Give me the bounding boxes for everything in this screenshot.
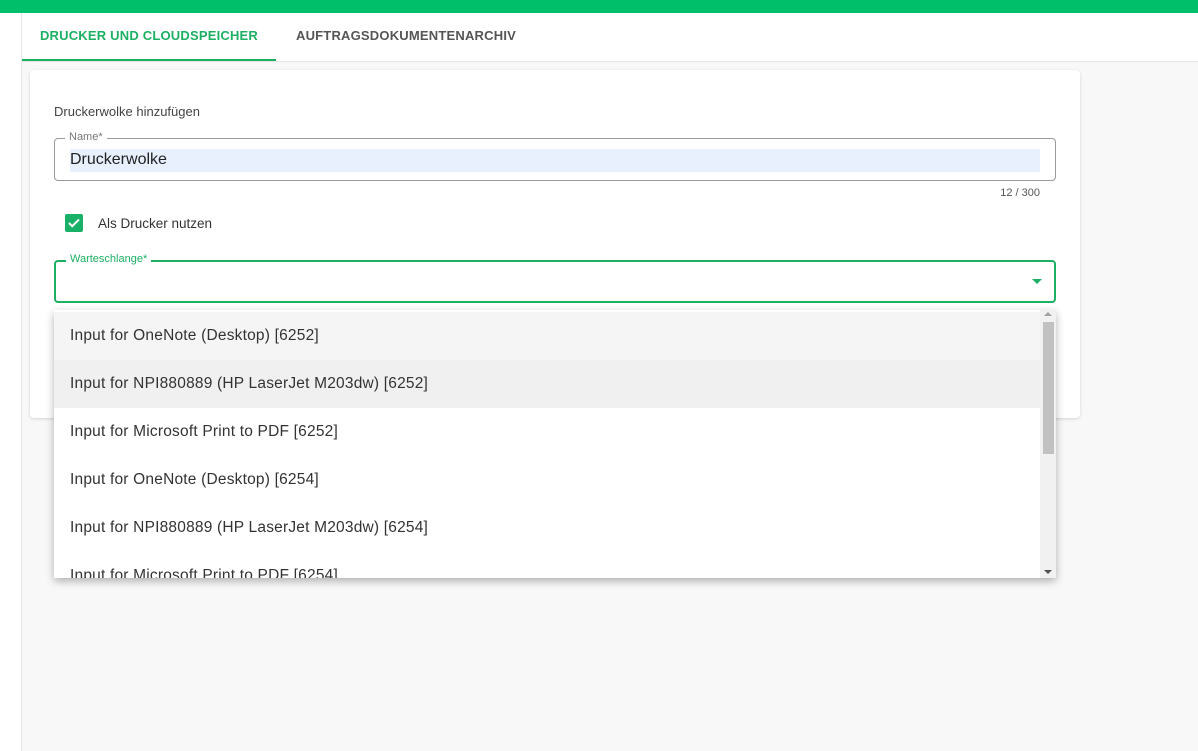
dropdown-option[interactable]: Input for Microsoft Print to PDF [6252] [54,408,1040,456]
check-icon [68,218,80,228]
queue-label: Warteschlange* [66,253,152,265]
name-label: Name* [65,131,107,143]
scrollbar-thumb[interactable] [1043,322,1054,454]
dropdown-scrollbar[interactable] [1040,310,1056,578]
top-bar [0,0,1198,13]
section-title: Druckerwolke hinzufügen [54,104,200,119]
sidebar [0,13,22,751]
name-char-counter: 12 / 300 [1000,187,1040,199]
tab-auftragsdokumentenarchiv[interactable]: AUFTRAGSDOKUMENTENARCHIV [276,13,536,61]
scroll-down-icon[interactable] [1044,570,1052,574]
dropdown-option[interactable]: Input for Microsoft Print to PDF [6254] [54,552,1040,578]
use-as-printer-checkbox[interactable] [65,214,83,232]
dropdown-option[interactable]: Input for OneNote (Desktop) [6254] [54,456,1040,504]
use-as-printer-label: Als Drucker nutzen [98,216,213,231]
dropdown-option[interactable]: Input for NPI880889 (HP LaserJet M203dw)… [54,504,1040,552]
scroll-up-icon[interactable] [1044,312,1052,316]
name-input[interactable]: Druckerwolke [70,149,1040,172]
name-field[interactable]: Name* Druckerwolke [54,131,1056,181]
queue-select[interactable]: Warteschlange* [54,253,1056,303]
dropdown-arrow-icon[interactable] [1032,279,1042,284]
tab-bar: DRUCKER UND CLOUDSPEICHER AUFTRAGSDOKUME… [22,13,1198,62]
dropdown-option[interactable]: Input for OneNote (Desktop) [6252] [54,312,1040,360]
queue-dropdown-panel: Input for OneNote (Desktop) [6252] Input… [54,310,1056,578]
dropdown-option[interactable]: Input for NPI880889 (HP LaserJet M203dw)… [54,360,1040,408]
tab-drucker-und-cloudspeicher[interactable]: DRUCKER UND CLOUDSPEICHER [22,13,276,61]
